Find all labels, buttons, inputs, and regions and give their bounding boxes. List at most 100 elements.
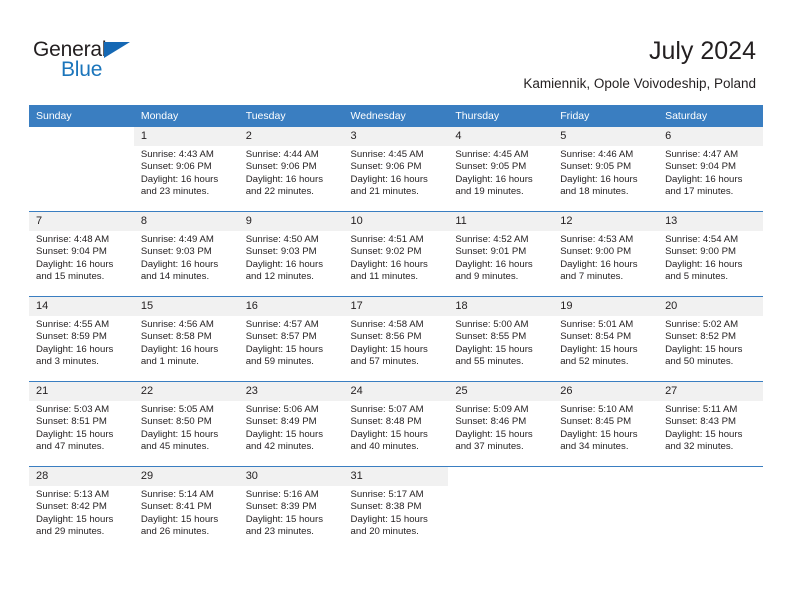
sunrise-text: Sunrise: 5:07 AM [350,404,424,415]
calendar-day-cell[interactable]: 10 Sunrise: 4:51 AM Sunset: 9:02 PM Dayligh… [343,211,449,297]
daylight-text: Daylight: 15 hours and 55 minutes. [455,343,533,368]
day-number: 23 [238,382,344,401]
calendar-day-cell[interactable]: 6 Sunrise: 4:47 AM Sunset: 9:04 PM Daylight… [658,127,763,212]
calendar-day-cell[interactable]: 2 Sunrise: 4:44 AM Sunset: 9:06 PM Daylight… [238,127,344,212]
calendar-day-cell[interactable]: 14 Sunrise: 4:55 AM Sunset: 8:59 PM Dayligh… [29,296,134,382]
calendar-day-cell[interactable]: 28 Sunrise: 5:13 AM Sunset: 8:42 PM Dayligh… [29,466,134,551]
calendar-day-cell[interactable]: 29 Sunrise: 5:14 AM Sunset: 8:41 PM Dayligh… [133,466,239,551]
day-cell-content: 15 Sunrise: 4:56 AM Sunset: 8:58 PM Dayligh… [133,297,239,381]
day-cell-content: 10 Sunrise: 4:51 AM Sunset: 9:02 PM Dayligh… [343,212,449,296]
sunrise-text: Sunrise: 4:45 AM [455,149,529,160]
calendar-day-cell[interactable]: 19 Sunrise: 5:01 AM Sunset: 8:54 PM Dayligh… [553,296,659,382]
day-number: 15 [133,297,239,316]
day-cell-content [29,127,134,211]
sunrise-text: Sunrise: 5:01 AM [560,319,634,330]
day-number: 11 [448,212,554,231]
day-info: Sunrise: 4:51 AM Sunset: 9:02 PM Daylight:… [344,231,449,284]
calendar-day-cell[interactable]: 26 Sunrise: 5:10 AM Sunset: 8:45 PM Dayligh… [553,381,659,467]
day-info: Sunrise: 4:46 AM Sunset: 9:05 PM Daylight:… [553,146,658,199]
day-number: 10 [343,212,449,231]
calendar-day-cell[interactable]: 20 Sunrise: 5:02 AM Sunset: 8:52 PM Dayligh… [658,296,763,382]
calendar-day-cell[interactable]: 13 Sunrise: 4:54 AM Sunset: 9:00 PM Dayligh… [658,211,763,297]
day-info: Sunrise: 5:16 AM Sunset: 8:39 PM Daylight:… [239,486,344,539]
day-number: 30 [238,467,344,486]
day-number [658,467,763,486]
weekday-monday: Monday [133,105,239,127]
daylight-text: Daylight: 15 hours and 57 minutes. [350,343,428,368]
daylight-text: Daylight: 15 hours and 40 minutes. [350,428,428,453]
calendar-day-cell[interactable]: 23 Sunrise: 5:06 AM Sunset: 8:49 PM Dayligh… [238,381,344,467]
calendar-day-cell[interactable]: 5 Sunrise: 4:46 AM Sunset: 9:05 PM Daylight… [553,127,659,212]
sunset-text: Sunset: 8:38 PM [350,501,422,513]
daylight-text: Daylight: 16 hours and 17 minutes. [665,173,743,198]
sunrise-text: Sunrise: 5:06 AM [245,404,319,415]
sunrise-text: Sunrise: 4:57 AM [245,319,319,330]
daylight-text: Daylight: 15 hours and 32 minutes. [665,428,743,453]
day-info: Sunrise: 4:44 AM Sunset: 9:06 PM Daylight:… [239,146,344,199]
calendar-day-cell[interactable]: 3 Sunrise: 4:45 AM Sunset: 9:06 PM Daylight… [343,127,449,212]
day-cell-content: 7 Sunrise: 4:48 AM Sunset: 9:04 PM Daylight… [29,212,134,296]
triangle-icon [104,42,130,58]
sunset-text: Sunset: 8:59 PM [36,331,107,343]
calendar-day-cell[interactable]: 31 Sunrise: 5:17 AM Sunset: 8:38 PM Dayligh… [343,466,449,551]
day-info: Sunrise: 4:48 AM Sunset: 9:04 PM Daylight:… [29,231,134,284]
calendar-day-cell[interactable]: 27 Sunrise: 5:11 AM Sunset: 8:43 PM Dayligh… [658,381,763,467]
sunrise-text: Sunrise: 4:56 AM [140,319,214,330]
day-number: 4 [448,127,554,146]
sunset-text: Sunset: 8:43 PM [665,416,736,428]
sunset-text: Sunset: 9:04 PM [36,246,107,258]
day-cell-content: 19 Sunrise: 5:01 AM Sunset: 8:54 PM Dayligh… [553,297,659,381]
day-number: 7 [29,212,134,231]
calendar-week-row: 21 Sunrise: 5:03 AM Sunset: 8:51 PM Dayligh… [29,381,763,467]
weekday-wednesday: Wednesday [343,105,449,127]
daylight-text: Daylight: 15 hours and 45 minutes. [140,428,219,453]
day-number: 29 [133,467,239,486]
sunrise-text: Sunrise: 4:51 AM [350,234,424,245]
day-cell-content: 24 Sunrise: 5:07 AM Sunset: 8:48 PM Dayligh… [343,382,449,466]
day-cell-content: 14 Sunrise: 4:55 AM Sunset: 8:59 PM Dayligh… [29,297,134,381]
sunset-text: Sunset: 9:00 PM [560,246,632,258]
calendar-day-cell[interactable]: 16 Sunrise: 4:57 AM Sunset: 8:57 PM Dayligh… [238,296,344,382]
day-cell-content: 9 Sunrise: 4:50 AM Sunset: 9:03 PM Daylight… [238,212,344,296]
calendar-day-cell[interactable]: 17 Sunrise: 4:58 AM Sunset: 8:56 PM Dayligh… [343,296,449,382]
sunset-text: Sunset: 9:06 PM [350,161,422,173]
daylight-text: Daylight: 15 hours and 59 minutes. [245,343,324,368]
day-number: 16 [238,297,344,316]
sunrise-text: Sunrise: 5:03 AM [36,404,110,415]
calendar-day-cell[interactable]: 12 Sunrise: 4:53 AM Sunset: 9:00 PM Dayligh… [553,211,659,297]
calendar-day-cell[interactable]: 25 Sunrise: 5:09 AM Sunset: 8:46 PM Dayligh… [448,381,554,467]
sunset-text: Sunset: 9:00 PM [665,246,736,258]
calendar-day-cell[interactable]: 15 Sunrise: 4:56 AM Sunset: 8:58 PM Dayligh… [133,296,239,382]
calendar-day-cell[interactable]: 21 Sunrise: 5:03 AM Sunset: 8:51 PM Dayligh… [29,381,134,467]
daylight-text: Daylight: 16 hours and 15 minutes. [36,258,114,283]
calendar-day-cell[interactable]: 9 Sunrise: 4:50 AM Sunset: 9:03 PM Daylight… [238,211,344,297]
calendar-day-cell[interactable]: 24 Sunrise: 5:07 AM Sunset: 8:48 PM Dayligh… [343,381,449,467]
day-number: 3 [343,127,449,146]
sunrise-text: Sunrise: 4:52 AM [455,234,529,245]
calendar-week-row: 7 Sunrise: 4:48 AM Sunset: 9:04 PM Daylight… [29,211,763,297]
general-blue-logo[interactable]: General Blue [33,38,203,84]
calendar-body: 1 Sunrise: 4:43 AM Sunset: 9:06 PM Daylight… [29,127,763,551]
calendar-day-cell[interactable]: 22 Sunrise: 5:05 AM Sunset: 8:50 PM Dayligh… [133,381,239,467]
day-number: 24 [343,382,449,401]
calendar-day-cell[interactable]: 30 Sunrise: 5:16 AM Sunset: 8:39 PM Dayligh… [238,466,344,551]
calendar-day-cell[interactable]: 1 Sunrise: 4:43 AM Sunset: 9:06 PM Daylight… [133,127,239,212]
day-info: Sunrise: 5:05 AM Sunset: 8:50 PM Daylight:… [134,401,239,454]
daylight-text: Daylight: 16 hours and 9 minutes. [455,258,533,283]
day-cell-content: 20 Sunrise: 5:02 AM Sunset: 8:52 PM Dayligh… [658,297,763,381]
day-info: Sunrise: 5:01 AM Sunset: 8:54 PM Daylight:… [553,316,658,369]
calendar-day-cell[interactable]: 11 Sunrise: 4:52 AM Sunset: 9:01 PM Dayligh… [448,211,554,297]
daylight-text: Daylight: 15 hours and 34 minutes. [560,428,638,453]
calendar-day-cell[interactable]: 18 Sunrise: 5:00 AM Sunset: 8:55 PM Dayligh… [448,296,554,382]
day-info: Sunrise: 5:13 AM Sunset: 8:42 PM Daylight:… [29,486,134,539]
calendar-day-cell[interactable]: 4 Sunrise: 4:45 AM Sunset: 9:05 PM Daylight… [448,127,554,212]
calendar-day-cell[interactable]: 8 Sunrise: 4:49 AM Sunset: 9:03 PM Daylight… [133,211,239,297]
day-info: Sunrise: 4:45 AM Sunset: 9:06 PM Daylight:… [344,146,449,199]
day-cell-content: 22 Sunrise: 5:05 AM Sunset: 8:50 PM Dayligh… [133,382,239,466]
day-info: Sunrise: 4:52 AM Sunset: 9:01 PM Daylight:… [448,231,553,284]
sunset-text: Sunset: 8:46 PM [455,416,527,428]
calendar-day-cell[interactable]: 7 Sunrise: 4:48 AM Sunset: 9:04 PM Daylight… [29,211,134,297]
sunset-text: Sunset: 9:01 PM [455,246,527,258]
day-cell-content: 16 Sunrise: 4:57 AM Sunset: 8:57 PM Dayligh… [238,297,344,381]
calendar-week-row: 28 Sunrise: 5:13 AM Sunset: 8:42 PM Dayligh… [29,466,763,551]
